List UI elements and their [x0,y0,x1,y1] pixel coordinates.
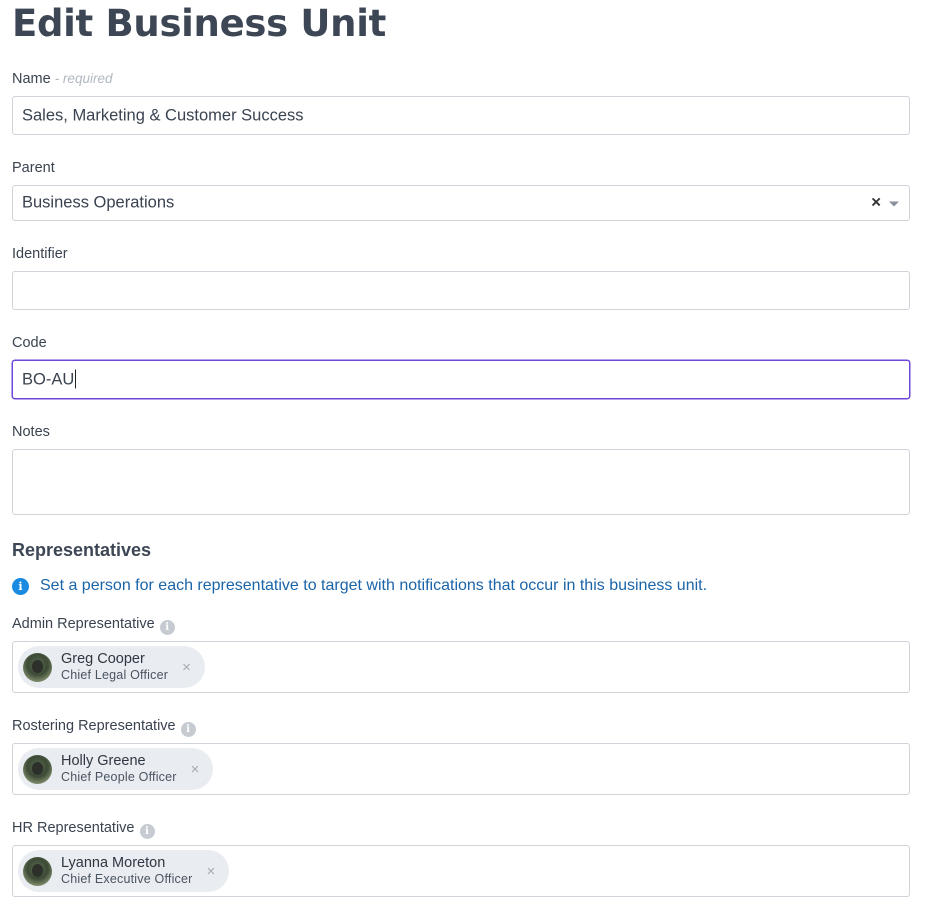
identifier-label: Identifier [12,246,68,262]
person-chip: Lyanna Moreton Chief Executive Officer × [18,850,230,892]
required-hint: - required [54,71,113,86]
parent-label: Parent [12,160,55,176]
person-chip: Holly Greene Chief People Officer × [18,748,214,790]
name-label-text: Name [12,71,51,87]
avatar [23,652,52,682]
parent-select-value: Business Operations [22,193,175,212]
clear-icon[interactable]: × [871,193,881,213]
person-chip: Greg Cooper Chief Legal Officer × [18,646,205,688]
chip-text: Greg Cooper Chief Legal Officer [61,650,168,684]
text-caret [75,369,77,389]
identifier-input[interactable] [12,271,910,310]
hr-representative-label-text: HR Representative [12,820,135,836]
remove-icon[interactable]: × [182,659,191,676]
name-input[interactable]: Sales, Marketing & Customer Success [12,96,910,135]
admin-representative-label: Admin Representative i [12,616,175,635]
help-icon[interactable]: i [159,620,175,635]
admin-representative-label-text: Admin Representative [12,616,155,632]
page-title: Edit Business Unit [12,2,386,45]
chip-text: Lyanna Moreton Chief Executive Officer [61,854,193,888]
code-input-value: BO-AU [22,369,75,388]
remove-icon[interactable]: × [191,761,200,778]
representatives-title: Representatives [12,540,152,560]
code-input[interactable]: BO-AU [12,360,910,399]
code-input-wrap: BO-AU [22,369,77,389]
person-name: Holly Greene [61,753,146,770]
notes-label: Notes [12,424,50,440]
parent-select[interactable]: Business Operations × [12,185,910,221]
person-role: Chief Legal Officer [61,668,169,683]
info-text: Set a person for each representative to … [40,577,708,594]
avatar [23,856,52,886]
code-label: Code [12,335,47,351]
name-input-value: Sales, Marketing & Customer Success [22,106,304,124]
notes-textarea[interactable] [12,449,910,515]
rostering-representative-label-text: Rostering Representative [12,718,176,734]
person-role: Chief Executive Officer [61,872,193,887]
remove-icon[interactable]: × [207,863,216,880]
person-name: Lyanna Moreton [61,855,166,872]
rostering-representative-select[interactable]: Holly Greene Chief People Officer × [12,743,910,795]
help-icon[interactable]: i [180,722,196,737]
representatives-info: i Set a person for each representative t… [12,577,707,595]
person-name: Greg Cooper [61,651,145,668]
admin-representative-select[interactable]: Greg Cooper Chief Legal Officer × [12,641,910,693]
chip-text: Holly Greene Chief People Officer [61,752,177,786]
hr-representative-label: HR Representative i [12,820,155,839]
info-icon: i [12,577,29,595]
chevron-down-icon[interactable] [889,201,899,207]
help-icon[interactable]: i [139,824,155,839]
hr-representative-select[interactable]: Lyanna Moreton Chief Executive Officer × [12,845,910,897]
person-role: Chief People Officer [61,770,177,785]
avatar [23,754,52,784]
name-label: Name - required [12,71,112,87]
rostering-representative-label: Rostering Representative i [12,718,196,737]
